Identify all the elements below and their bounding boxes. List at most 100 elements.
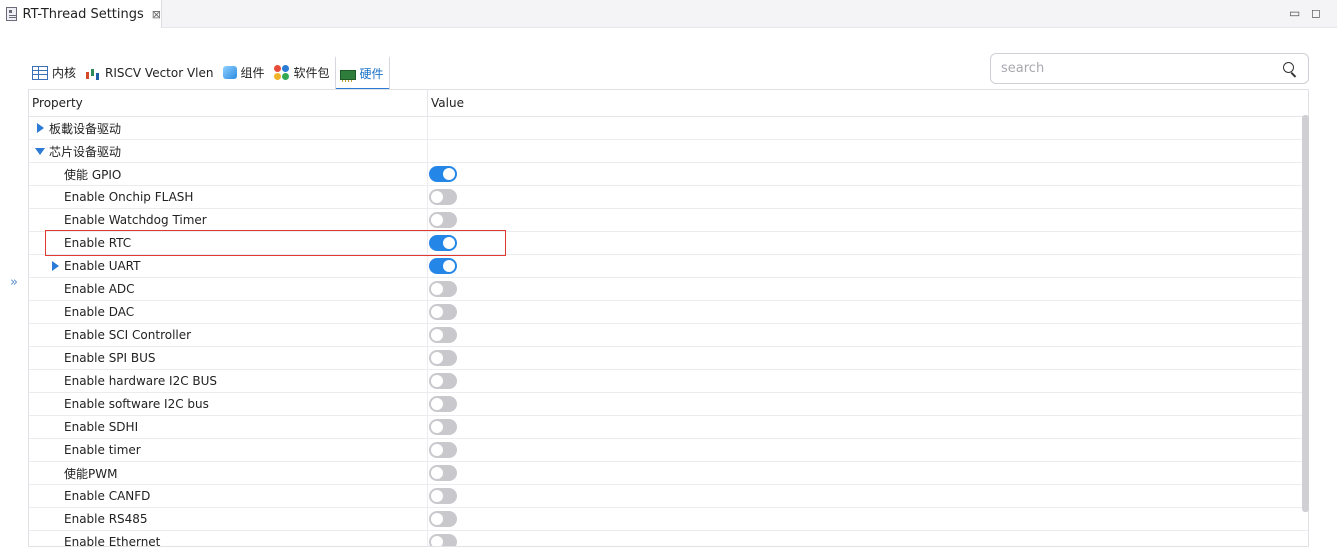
value-cell	[428, 140, 1308, 162]
table-row[interactable]: 芯片设备驱动	[29, 140, 1308, 163]
tab-label: 硬件	[359, 67, 384, 81]
close-icon[interactable]: ⊠	[152, 8, 161, 21]
expand-triangle-right-icon[interactable]	[33, 121, 47, 135]
tab-1[interactable]: RISCV Vector Vlen	[81, 56, 218, 89]
toggle-switch[interactable]	[429, 304, 457, 320]
property-cell: Enable Ethernet	[29, 531, 428, 547]
property-cell: Enable hardware I2C BUS	[29, 370, 428, 392]
hardware-board-icon	[339, 69, 356, 82]
table-row[interactable]: Enable CANFD	[29, 485, 1308, 508]
table-body: 板載设备驱动芯片设备驱动使能 GPIO Enable Onchip FLASH En…	[29, 117, 1308, 547]
expand-triangle-down-icon[interactable]	[33, 144, 47, 158]
property-label: Enable SCI Controller	[64, 328, 192, 342]
property-label: Enable software I2C bus	[64, 397, 209, 411]
table-row[interactable]: Enable SPI BUS	[29, 347, 1308, 370]
toggle-switch[interactable]	[429, 465, 457, 481]
value-cell	[428, 462, 1308, 484]
property-label: Enable DAC	[64, 305, 135, 319]
property-cell: Enable timer	[29, 439, 428, 461]
toggle-switch[interactable]	[429, 281, 457, 297]
value-cell	[428, 209, 1308, 231]
rt-thread-settings-window: RT-Thread Settings ⊠ ▭ ◻ » 内核 RISCV Vecto…	[0, 0, 1337, 553]
table-row[interactable]: Enable hardware I2C BUS	[29, 370, 1308, 393]
search-box[interactable]	[990, 53, 1309, 84]
toggle-switch[interactable]	[429, 511, 457, 527]
table-row[interactable]: Enable Watchdog Timer	[29, 209, 1308, 232]
toggle-switch[interactable]	[429, 189, 457, 205]
vertical-scrollbar-thumb[interactable]	[1302, 115, 1309, 512]
property-label: Enable SDHI	[64, 420, 139, 434]
editor-tab-rt-thread-settings[interactable]: RT-Thread Settings ⊠	[0, 0, 162, 28]
table-row[interactable]: 使能PWM	[29, 462, 1308, 485]
tab-4[interactable]: 硬件	[334, 56, 390, 90]
property-cell: Enable software I2C bus	[29, 393, 428, 415]
tab-label: 内核	[52, 66, 77, 80]
property-label: Enable Ethernet	[64, 535, 161, 547]
tab-label: RISCV Vector Vlen	[105, 65, 214, 80]
toggle-switch[interactable]	[429, 419, 457, 435]
property-label: Enable ADC	[64, 282, 135, 296]
property-cell: Enable SPI BUS	[29, 347, 428, 369]
table-row[interactable]: Enable ADC	[29, 278, 1308, 301]
toggle-switch[interactable]	[429, 258, 457, 274]
table-row[interactable]: Enable software I2C bus	[29, 393, 1308, 416]
property-label: Enable Watchdog Timer	[64, 213, 207, 227]
tab-0[interactable]: 内核	[28, 56, 81, 89]
value-cell	[428, 416, 1308, 438]
property-cell: 使能PWM	[29, 462, 428, 484]
minimize-icon[interactable]: ▭	[1289, 6, 1300, 20]
property-label: Enable RS485	[64, 512, 148, 526]
search-icon[interactable]	[1282, 61, 1298, 77]
property-label: 使能 GPIO	[64, 167, 122, 182]
toggle-switch[interactable]	[429, 373, 457, 389]
property-cell: Enable Onchip FLASH	[29, 186, 428, 208]
value-cell	[428, 485, 1308, 507]
table-row[interactable]: Enable DAC	[29, 301, 1308, 324]
toggle-switch[interactable]	[429, 166, 457, 182]
toggle-switch[interactable]	[429, 327, 457, 343]
toggle-switch[interactable]	[429, 396, 457, 412]
table-row[interactable]: 使能 GPIO	[29, 163, 1308, 186]
property-cell: Enable SDHI	[29, 416, 428, 438]
toggle-switch[interactable]	[429, 442, 457, 458]
table-row[interactable]: Enable SDHI	[29, 416, 1308, 439]
expand-triangle-right-icon[interactable]	[48, 259, 62, 273]
property-cell: Enable DAC	[29, 301, 428, 323]
toggle-switch[interactable]	[429, 212, 457, 228]
toggle-switch[interactable]	[429, 350, 457, 366]
toggle-switch[interactable]	[429, 235, 457, 251]
settings-tabs: 内核 RISCV Vector Vlen 组件 软件包 硬件	[28, 54, 390, 90]
table-row[interactable]: Enable Onchip FLASH	[29, 186, 1308, 209]
table-row[interactable]: Enable Ethernet	[29, 531, 1308, 547]
value-cell	[428, 531, 1308, 546]
cube-icon	[222, 66, 237, 79]
tab-2[interactable]: 组件	[219, 56, 270, 89]
table-row[interactable]: 板載设备驱动	[29, 117, 1308, 140]
value-cell	[428, 508, 1308, 530]
column-header-value[interactable]: Value	[428, 90, 464, 116]
maximize-icon[interactable]: ◻	[1311, 6, 1321, 20]
table-row[interactable]: Enable RTC	[29, 232, 1308, 255]
value-cell	[428, 439, 1308, 461]
property-cell: Enable CANFD	[29, 485, 428, 507]
table-row[interactable]: Enable RS485	[29, 508, 1308, 531]
property-cell: 芯片设备驱动	[29, 140, 428, 162]
value-cell	[428, 347, 1308, 369]
property-label: 芯片设备驱动	[49, 144, 122, 159]
table-row[interactable]: Enable UART	[29, 255, 1308, 278]
property-cell: Enable Watchdog Timer	[29, 209, 428, 231]
table-row[interactable]: Enable timer	[29, 439, 1308, 462]
toggle-switch[interactable]	[429, 488, 457, 504]
toggle-switch[interactable]	[429, 534, 457, 546]
column-header-property[interactable]: Property	[29, 90, 428, 116]
property-cell: Enable ADC	[29, 278, 428, 300]
table-row[interactable]: Enable SCI Controller	[29, 324, 1308, 347]
property-label: Enable CANFD	[64, 489, 151, 503]
property-label: Enable UART	[64, 259, 141, 273]
tab-3[interactable]: 软件包	[270, 56, 335, 89]
tab-label: 组件	[240, 66, 265, 80]
value-cell	[428, 278, 1308, 300]
search-input[interactable]	[991, 54, 1282, 83]
expand-panel-icon[interactable]: »	[6, 275, 22, 291]
table-header: Property Value	[29, 90, 1308, 117]
